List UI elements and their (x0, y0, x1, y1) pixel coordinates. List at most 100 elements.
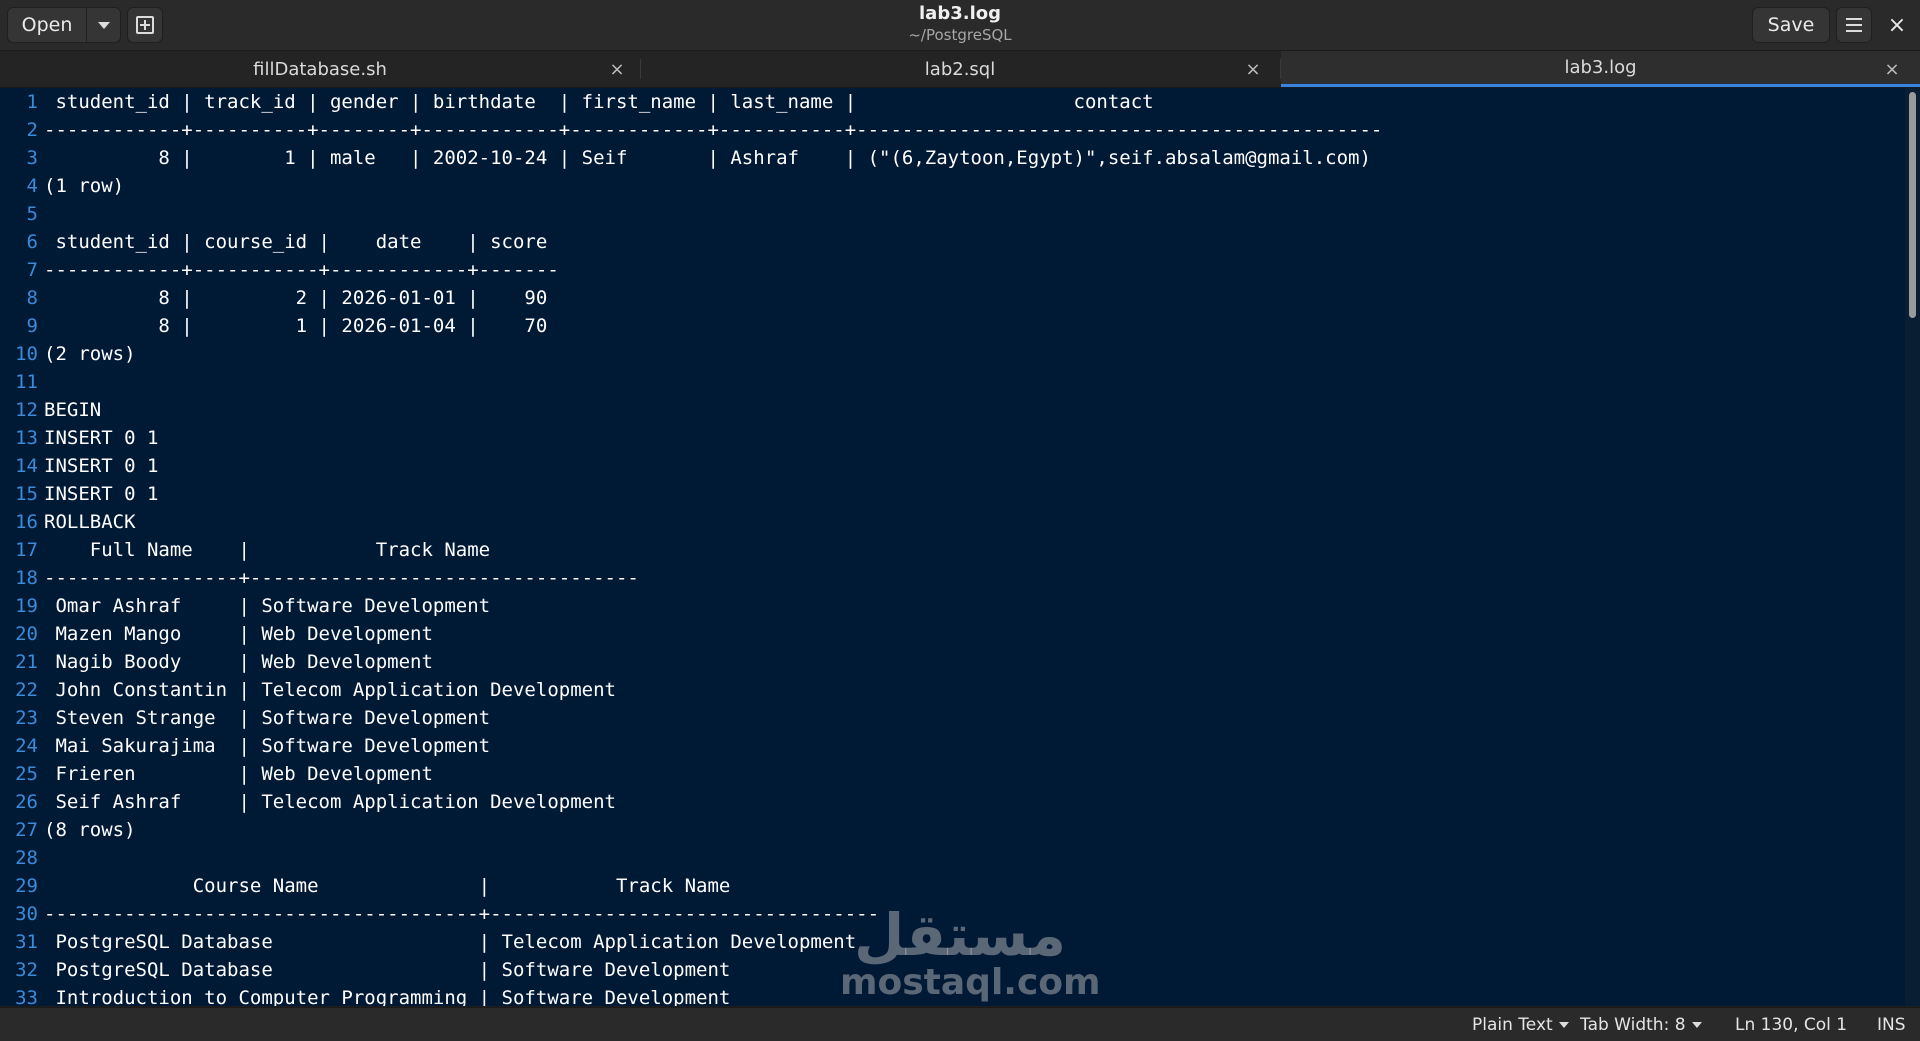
code-line: PostgreSQL Database | Telecom Applicatio… (44, 931, 857, 953)
language-selector[interactable]: Plain Text (1472, 1008, 1569, 1041)
line-number: 30 (15, 903, 38, 925)
chevron-down-icon (1558, 1021, 1569, 1028)
document-path: ~/PostgreSQL (908, 26, 1012, 44)
open-button[interactable]: Open (8, 8, 87, 42)
line-number: 1 (26, 91, 38, 113)
open-dropdown-button[interactable] (87, 8, 120, 42)
line-number: 22 (15, 679, 38, 701)
line-number: 12 (15, 399, 38, 421)
code-line: (8 rows) (44, 819, 136, 841)
document-title: lab3.log (919, 3, 1001, 24)
tab-label: lab2.sql (924, 58, 996, 80)
line-number: 26 (15, 791, 38, 813)
line-number: 19 (15, 595, 38, 617)
code-line: Mazen Mango | Web Development (44, 623, 433, 645)
line-number: 11 (15, 371, 38, 393)
tab-close-button[interactable]: × (1238, 51, 1268, 87)
code-line: Frieren | Web Development (44, 763, 433, 785)
code-line: ROLLBACK (44, 511, 136, 533)
line-number: 33 (15, 987, 38, 1006)
line-number: 3 (26, 147, 38, 169)
code-line: John Constantin | Telecom Application De… (44, 679, 616, 701)
line-number: 20 (15, 623, 38, 645)
code-line: Steven Strange | Software Development (44, 707, 491, 729)
new-tab-button[interactable] (127, 7, 163, 43)
tab-bar: fillDatabase.sh × lab2.sql × lab3.log × (0, 51, 1920, 88)
code-line: ------------+-----------+------------+--… (44, 259, 559, 281)
code-line: Seif Ashraf | Telecom Application Develo… (44, 791, 616, 813)
code-line: INSERT 0 1 (44, 483, 159, 505)
language-label: Plain Text (1472, 1014, 1553, 1035)
main-menu-button[interactable] (1836, 7, 1872, 43)
line-number: 6 (26, 231, 38, 253)
code-line: BEGIN (44, 399, 102, 421)
line-number: 2 (26, 119, 38, 141)
code-line: 8 | 2 | 2026-01-01 | 90 (44, 287, 548, 309)
line-number: 27 (15, 819, 38, 841)
code-line: 8 | 1 | male | 2002-10-24 | Seif | Ashra… (44, 147, 1371, 169)
line-number: 15 (15, 483, 38, 505)
line-number: 23 (15, 707, 38, 729)
line-number: 25 (15, 763, 38, 785)
code-line: Course Name | Track Name (44, 875, 731, 897)
tab-close-button[interactable]: × (1877, 51, 1907, 87)
vertical-scrollbar[interactable] (1905, 88, 1920, 1006)
line-number: 31 (15, 931, 38, 953)
scrollbar-thumb[interactable] (1909, 92, 1916, 318)
status-bar: Plain Text Tab Width: 8 Ln 130, Col 1 IN… (0, 1007, 1920, 1041)
line-number: 14 (15, 455, 38, 477)
tab-lab2[interactable]: lab2.sql (640, 51, 1280, 87)
line-number: 21 (15, 651, 38, 673)
close-icon: × (1884, 58, 1900, 80)
code-line: 8 | 1 | 2026-01-04 | 70 (44, 315, 548, 337)
code-line: --------------------------------------+-… (44, 903, 880, 925)
code-line: (1 row) (44, 175, 125, 197)
line-number: 10 (15, 343, 38, 365)
line-number: 5 (26, 203, 38, 225)
line-number: 32 (15, 959, 38, 981)
code-line: Omar Ashraf | Software Development (44, 595, 491, 617)
line-number: 16 (15, 511, 38, 533)
open-button-group: Open (7, 7, 121, 43)
window-title: lab3.log ~/PostgreSQL (760, 3, 1160, 45)
code-line: student_id | course_id | date | score (44, 231, 548, 253)
line-number: 28 (15, 847, 38, 869)
line-number: 4 (26, 175, 38, 197)
insert-mode-indicator[interactable]: INS (1877, 1008, 1906, 1041)
code-line: (2 rows) (44, 343, 136, 365)
close-icon: × (609, 58, 625, 80)
close-icon: × (1245, 58, 1261, 80)
tab-width-label: Tab Width: 8 (1580, 1014, 1686, 1035)
code-line: Introduction to Computer Programming | S… (44, 987, 731, 1006)
code-line: Full Name | Track Name (44, 539, 491, 561)
tab-width-selector[interactable]: Tab Width: 8 (1580, 1008, 1702, 1041)
cursor-position[interactable]: Ln 130, Col 1 (1735, 1008, 1847, 1041)
code-line: -----------------+----------------------… (44, 567, 639, 589)
line-number: 24 (15, 735, 38, 757)
save-button[interactable]: Save (1752, 7, 1830, 43)
tab-close-button[interactable]: × (602, 51, 632, 87)
tab-lab3[interactable]: lab3.log (1281, 51, 1920, 87)
code-line: student_id | track_id | gender | birthda… (44, 91, 1154, 113)
line-number: 18 (15, 567, 38, 589)
code-line: PostgreSQL Database | Software Developme… (44, 959, 731, 981)
code-line: Nagib Boody | Web Development (44, 651, 433, 673)
text-editor[interactable]: 1 2 3 4 5 6 7 8 9 10 11 12 13 14 15 16 17 18 19 20 21 22 23 24 2… (0, 88, 1905, 1006)
line-number-gutter: 1 2 3 4 5 6 7 8 9 10 11 12 13 14 15 16 17 18 19 20 21 22 23 24 2… (0, 88, 40, 1006)
chevron-down-icon (98, 21, 110, 29)
line-number: 17 (15, 539, 38, 561)
header-bar: Open lab3.log ~/PostgreSQL Save × (0, 0, 1920, 51)
code-line: INSERT 0 1 (44, 455, 159, 477)
new-document-icon (136, 16, 154, 34)
tab-filldatabase[interactable]: fillDatabase.sh (0, 51, 640, 87)
line-number: 7 (26, 259, 38, 281)
hamburger-menu-icon (1846, 18, 1862, 32)
code-line: ------------+----------+--------+-------… (44, 119, 1383, 141)
line-number: 13 (15, 427, 38, 449)
tab-label: lab3.log (1564, 57, 1637, 78)
line-number: 8 (26, 287, 38, 309)
line-number: 29 (15, 875, 38, 897)
close-window-button[interactable]: × (1880, 7, 1914, 43)
code-line: Mai Sakurajima | Software Development (44, 735, 491, 757)
tab-label: fillDatabase.sh (253, 58, 387, 80)
